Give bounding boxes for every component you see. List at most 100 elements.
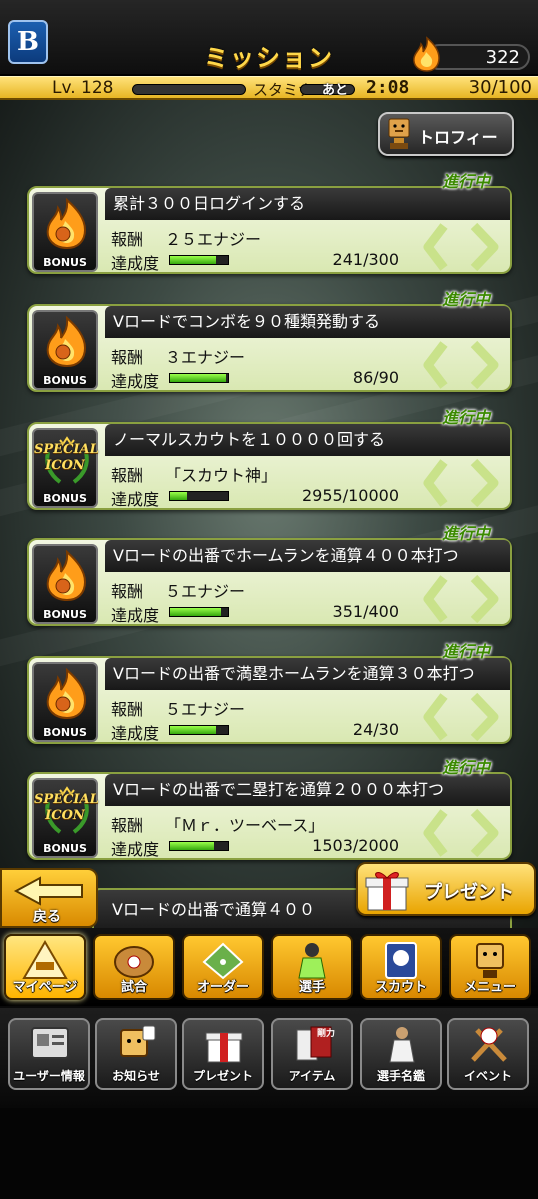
- reward-label: 報酬: [111, 816, 144, 835]
- nav-main-item[interactable]: オーダー: [182, 934, 264, 1000]
- mission-card[interactable]: BONUS Vロードの出番でホームランを通算４００本打つ報酬 ５エナジー 達成度 351…: [27, 538, 512, 626]
- energy-flame-icon: BONUS: [32, 662, 98, 742]
- mission-status-badge: 進行中: [441, 408, 490, 427]
- level-exp-bar: [132, 84, 246, 95]
- progress-value: 351/400: [332, 602, 399, 621]
- reward-label: 報酬: [111, 700, 144, 719]
- mission-title: 累計３００日ログインする: [105, 188, 510, 220]
- progress-fill: [170, 726, 217, 734]
- nav-sub-item[interactable]: 選手名鑑: [360, 1018, 442, 1090]
- mission-card[interactable]: SPECIAL ICON BONUS ノーマルスカウトを１００００回する 報酬 「スカウ…: [27, 422, 512, 510]
- trophy-mascot-icon: [388, 118, 410, 149]
- nav-main-item[interactable]: 試合: [93, 934, 175, 1000]
- energy-flame-icon: [46, 668, 87, 720]
- progress-label: 達成度: [111, 606, 160, 625]
- energy-flame-icon: [413, 36, 440, 72]
- progress-bar: [169, 607, 229, 617]
- chevron-right-icon: [423, 222, 499, 272]
- mission-card[interactable]: BONUS Vロードでコンボを９０種類発動する 報酬 ３エナジー 達成度 86/90: [27, 304, 512, 392]
- nav-sub-item[interactable]: プレゼント: [182, 1018, 264, 1090]
- energy-flame-icon: BONUS: [32, 544, 98, 624]
- trophy-label: トロフィー: [418, 128, 498, 147]
- reward-value: 「Ｍｒ．ツーベース」: [165, 816, 325, 835]
- reward-label: 報酬: [111, 348, 144, 367]
- mission-card[interactable]: BONUS 累計３００日ログインする 報酬 ２５エナジー 達成度 241/300: [27, 186, 512, 274]
- nav-main-item[interactable]: スカウト: [360, 934, 442, 1000]
- energy-flame-icon: [46, 316, 87, 368]
- stamina-value: 30/100: [468, 77, 532, 98]
- mission-status-badge: 進行中: [441, 758, 490, 777]
- special-icon-text: SPECIAL ICON: [34, 442, 99, 473]
- nav-sub-label: イベント: [463, 1069, 512, 1083]
- progress-label: 達成度: [111, 254, 160, 273]
- progress-value: 24/30: [352, 720, 399, 739]
- reward-value: 「スカウト神」: [165, 466, 278, 485]
- mission-card[interactable]: SPECIAL ICON BONUS Vロードの出番で二塁打を通算２０００本打つ 報酬…: [27, 772, 512, 860]
- progress-fill: [170, 256, 217, 264]
- present-button[interactable]: プレゼント: [356, 862, 536, 916]
- reward-value: ３エナジー: [165, 348, 246, 367]
- energy-count: 322: [485, 47, 520, 68]
- reward-value: ５エナジー: [165, 700, 246, 719]
- energy-flame-icon: [46, 198, 87, 250]
- energy-flame-icon: [46, 550, 87, 602]
- present-label: プレゼント: [424, 882, 514, 903]
- nav-sub-item[interactable]: 剛力アイテム: [271, 1018, 353, 1090]
- progress-fill: [170, 842, 214, 850]
- mission-title: Vロードの出番で満塁ホームランを通算３０本打つ: [105, 658, 510, 690]
- nav-sub-label: お知らせ: [112, 1069, 160, 1083]
- mission-title: Vロードの出番で通算４００: [112, 900, 315, 919]
- chevron-right-icon: [423, 692, 499, 742]
- nav-sub-item[interactable]: ユーザー情報: [8, 1018, 90, 1090]
- nav-main-label: 試合: [120, 980, 147, 995]
- chevron-right-icon: [423, 808, 499, 858]
- progress-label: 達成度: [111, 372, 160, 391]
- nav-main-label: スカウト: [374, 980, 427, 995]
- nav-main-label: オーダー: [196, 980, 249, 995]
- progress-label: 達成度: [111, 840, 160, 859]
- progress-value: 1503/2000: [312, 836, 399, 855]
- back-label: 戻る: [33, 909, 61, 925]
- nav-main-item[interactable]: メニュー: [449, 934, 531, 1000]
- bonus-label: BONUS: [43, 726, 87, 739]
- reward-value: ５エナジー: [165, 582, 246, 601]
- nav-sub-label: プレゼント: [192, 1069, 253, 1083]
- bonus-label: BONUS: [43, 374, 87, 387]
- trophy-button[interactable]: トロフィー: [378, 112, 514, 156]
- progress-bar: [169, 725, 229, 735]
- progress-fill: [170, 492, 188, 500]
- progress-fill: [170, 374, 226, 382]
- chevron-right-icon: [423, 458, 499, 508]
- energy-flame-icon: BONUS: [32, 310, 98, 390]
- bonus-label: BONUS: [43, 842, 87, 855]
- bonus-label: BONUS: [43, 256, 87, 269]
- recover-label: あと: [322, 83, 349, 98]
- nav-main-label: メニュー: [463, 980, 516, 995]
- reward-label: 報酬: [111, 582, 144, 601]
- mission-status-badge: 進行中: [441, 290, 490, 309]
- bonus-label: BONUS: [43, 492, 87, 505]
- stamina-timer: 2:08: [366, 77, 410, 98]
- bonus-label: BONUS: [43, 608, 87, 621]
- nav-sub-item[interactable]: イベント: [447, 1018, 529, 1090]
- reward-label: 報酬: [111, 466, 144, 485]
- nav-sub-label: アイテム: [288, 1069, 336, 1083]
- progress-label: 達成度: [111, 724, 160, 743]
- item-tag: 剛力: [317, 1029, 336, 1039]
- progress-value: 86/90: [352, 368, 399, 387]
- nav-sub-item[interactable]: お知らせ: [95, 1018, 177, 1090]
- mission-title: Vロードの出番でホームランを通算４００本打つ: [105, 540, 510, 572]
- progress-label: 達成度: [111, 490, 160, 509]
- reward-label: 報酬: [111, 230, 144, 249]
- back-button[interactable]: 戻る: [0, 868, 98, 928]
- mission-status-badge: 進行中: [441, 642, 490, 661]
- special-icon-badge: SPECIAL ICON BONUS: [32, 428, 99, 508]
- mission-card[interactable]: BONUS Vロードの出番で満塁ホームランを通算３０本打つ報酬 ５エナジー 達成度 24…: [27, 656, 512, 744]
- nav-main-label: マイページ: [12, 980, 78, 995]
- special-icon-text: SPECIAL ICON: [34, 792, 99, 823]
- mission-status-badge: 進行中: [441, 524, 490, 543]
- nav-main-item[interactable]: 選手: [271, 934, 353, 1000]
- nav-main-item[interactable]: マイページ: [4, 934, 86, 1000]
- progress-bar: [169, 841, 229, 851]
- mission-status-badge: 進行中: [441, 172, 490, 191]
